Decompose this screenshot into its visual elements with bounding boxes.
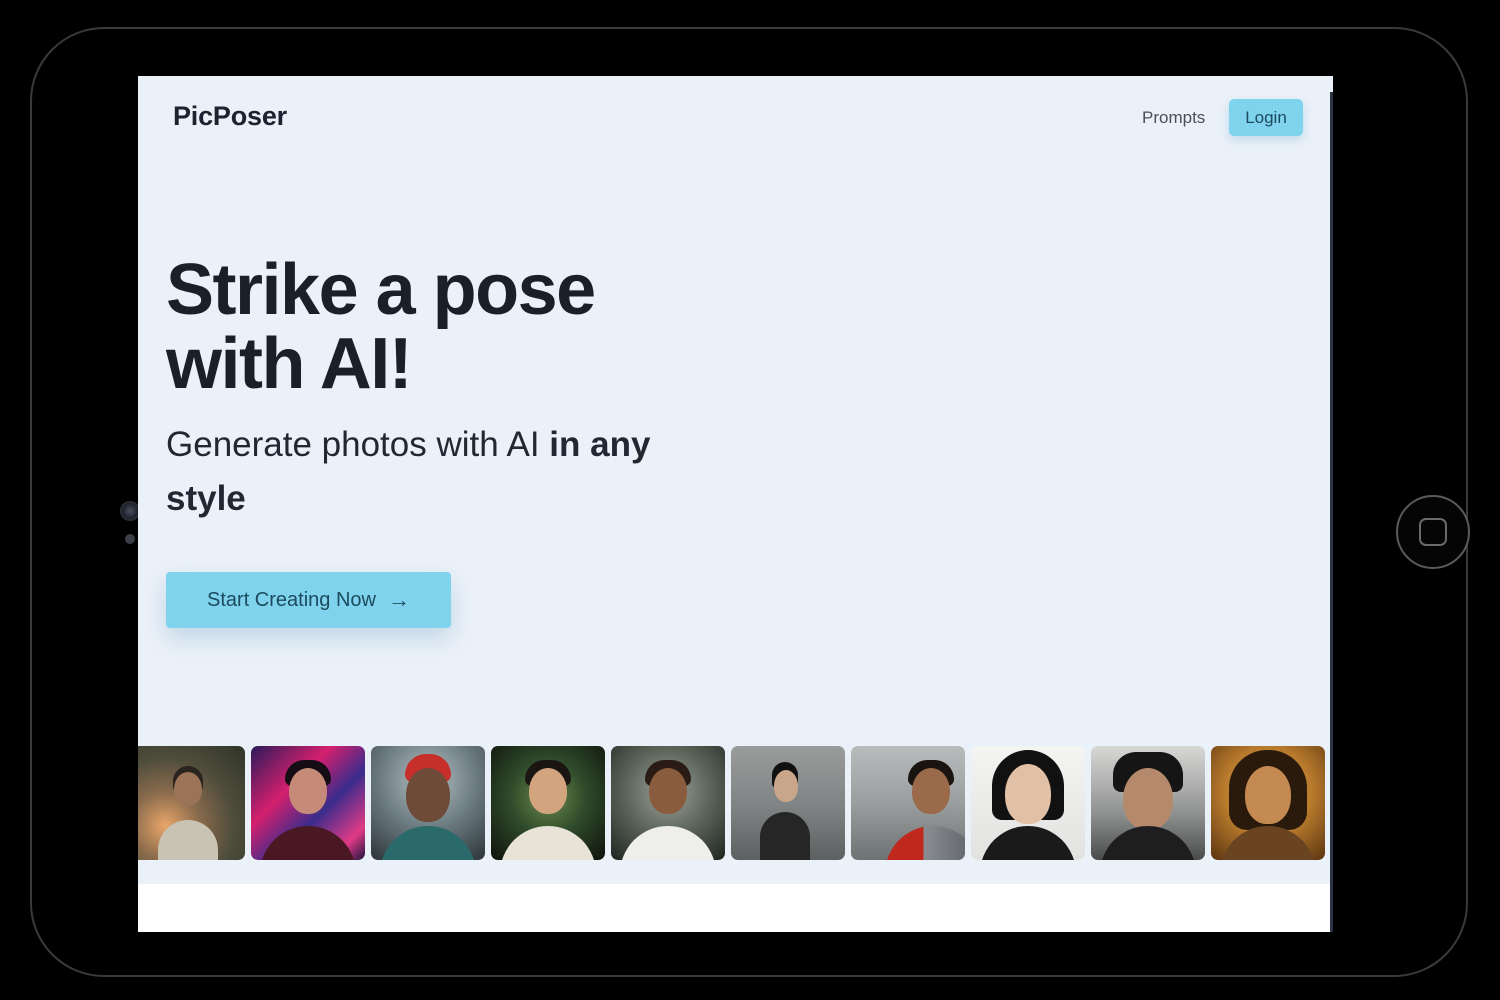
- home-square-icon: [1419, 518, 1447, 546]
- portrait-astronaut-woman[interactable]: [491, 746, 605, 860]
- nav-link-prompts[interactable]: Prompts: [1142, 108, 1205, 128]
- portrait-gallery: [138, 746, 1325, 861]
- arrow-right-icon: →: [387, 587, 410, 612]
- portrait-astronaut-man[interactable]: [611, 746, 725, 860]
- face-shape: [174, 772, 202, 806]
- hero-subhead: Generate photos with AI in any style: [166, 418, 726, 526]
- face-shape: [774, 770, 798, 802]
- portrait-woman-closeup[interactable]: [971, 746, 1085, 860]
- chest-shape: [1220, 826, 1316, 860]
- armor-shape: [885, 826, 965, 860]
- start-creating-button[interactable]: Start Creating Now →: [166, 572, 451, 628]
- face-shape: [1245, 766, 1291, 824]
- face-shape: [529, 768, 567, 814]
- dress-shape: [760, 812, 810, 860]
- hero-headline: Strike a pose with AI!: [166, 250, 596, 404]
- portrait-forest-man[interactable]: [138, 746, 245, 860]
- proximity-sensor: [125, 534, 135, 544]
- face-shape: [289, 768, 327, 814]
- face-shape: [649, 768, 687, 814]
- front-camera: [120, 501, 140, 521]
- brand-logo[interactable]: PicPoser: [173, 101, 287, 132]
- portrait-neon-woman[interactable]: [251, 746, 365, 860]
- face-shape: [911, 768, 950, 814]
- home-button[interactable]: [1396, 495, 1470, 569]
- portrait-profile-woman[interactable]: [731, 746, 845, 860]
- spacesuit-shape: [500, 826, 596, 860]
- top-shape: [980, 826, 1076, 860]
- jacket-shape: [260, 826, 356, 860]
- face-shape: [1005, 764, 1051, 824]
- face-shape: [406, 768, 450, 822]
- cta-label: Start Creating Now: [207, 588, 376, 611]
- subhead-plain: Generate photos with AI: [166, 425, 550, 464]
- portrait-samurai-man[interactable]: [1091, 746, 1205, 860]
- coat-shape: [158, 820, 218, 860]
- portrait-red-hair-man[interactable]: [371, 746, 485, 860]
- login-button[interactable]: Login: [1229, 99, 1303, 136]
- page-scrollbar[interactable]: [1330, 92, 1333, 932]
- shirt-shape: [380, 826, 476, 860]
- portrait-sepia-man[interactable]: [1211, 746, 1325, 860]
- face-shape: [1123, 768, 1173, 830]
- spacesuit-shape: [620, 826, 716, 860]
- portrait-armor-man[interactable]: [851, 746, 965, 860]
- hero-section: PicPoser Prompts Login Strike a pose wit…: [138, 76, 1333, 884]
- robe-shape: [1100, 826, 1196, 860]
- browser-viewport: PicPoser Prompts Login Strike a pose wit…: [138, 76, 1333, 932]
